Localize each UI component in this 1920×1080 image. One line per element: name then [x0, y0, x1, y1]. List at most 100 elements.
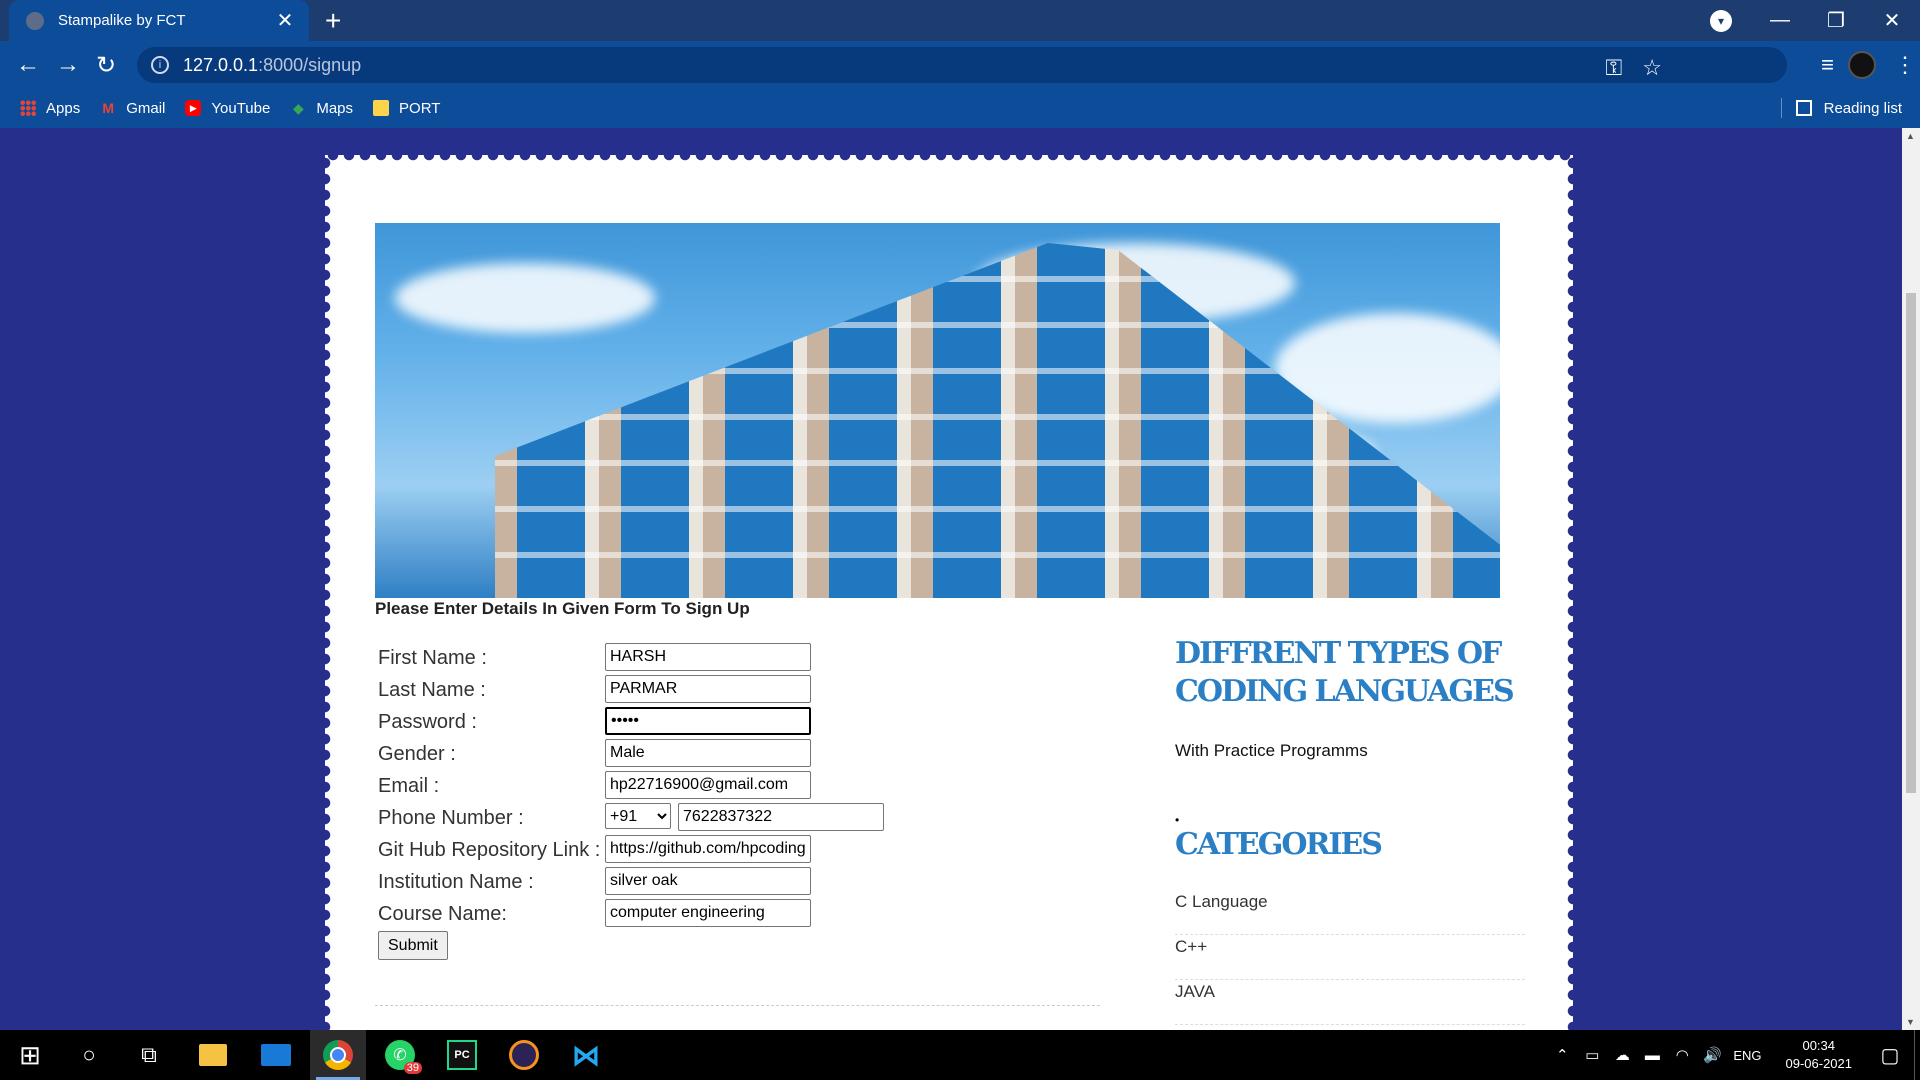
browser-toolbar: ← → ↻ i 127.0.0.1:8000/signup ⚿ ☆ ≡ ⋮ — [0, 41, 1920, 88]
task-view-icon: ⧉ — [141, 1042, 157, 1067]
course-label: Course Name: — [378, 903, 507, 925]
last-name-input[interactable] — [605, 675, 811, 703]
chrome-icon — [323, 1040, 353, 1070]
chevron-up-icon[interactable]: ⌃ — [1547, 1046, 1577, 1064]
url-path: :8000/signup — [258, 54, 362, 75]
sidebar-title-line2: CODING LANGUAGES — [1175, 674, 1515, 709]
whatsapp-button[interactable]: ✆ 39 — [372, 1030, 428, 1080]
bookmark-label: YouTube — [211, 99, 271, 117]
eclipse-icon — [509, 1040, 539, 1070]
bookmark-label: Maps — [316, 99, 354, 117]
close-tab-icon[interactable]: ✕ — [271, 8, 299, 33]
email-label: Email : — [378, 775, 440, 797]
meet-now-icon[interactable]: ▭ — [1577, 1046, 1607, 1064]
reading-list-button[interactable]: Reading list — [1795, 88, 1902, 128]
restore-icon[interactable]: ❐ — [1808, 8, 1864, 33]
battery-icon[interactable]: ▬ — [1637, 1047, 1667, 1064]
institution-input[interactable] — [605, 867, 811, 895]
bookmark-maps[interactable]: ◆ Maps — [290, 100, 353, 117]
start-button[interactable]: ⊞ — [2, 1030, 58, 1080]
category-item[interactable]: C Language — [1175, 890, 1525, 935]
password-label: Password : — [378, 711, 477, 733]
bookmark-port[interactable]: PORT — [373, 100, 440, 117]
bookmark-label: Gmail — [126, 99, 166, 117]
apps-grid-icon — [20, 100, 36, 116]
institution-label: Institution Name : — [378, 871, 534, 893]
mail-icon — [261, 1044, 291, 1066]
minimize-icon[interactable]: — — [1752, 9, 1808, 32]
url-host: 127.0.0.1 — [183, 54, 259, 75]
bookmark-gmail[interactable]: M Gmail — [100, 100, 165, 117]
first-name-input[interactable] — [605, 643, 811, 671]
key-icon[interactable]: ⚿ — [1606, 55, 1623, 81]
password-input[interactable] — [605, 707, 811, 735]
reload-icon[interactable]: ↻ — [96, 51, 116, 80]
page-scrollbar[interactable]: ▲ ▼ — [1902, 128, 1920, 1030]
github-input[interactable] — [605, 835, 811, 863]
hero-building-image — [375, 223, 1500, 598]
media-control-icon[interactable]: ≡ — [1821, 52, 1834, 78]
address-bar[interactable]: i 127.0.0.1:8000/signup ⚿ ☆ — [137, 47, 1787, 83]
gender-label: Gender : — [378, 743, 456, 765]
kebab-menu-icon[interactable]: ⋮ — [1890, 52, 1920, 78]
notifications-icon[interactable]: ▢ — [1866, 1043, 1914, 1068]
pycharm-icon: PC — [447, 1040, 477, 1070]
phone-input[interactable] — [678, 803, 884, 831]
bookmark-apps[interactable]: Apps — [20, 100, 80, 117]
clock-time: 00:34 — [1802, 1038, 1836, 1053]
windows-taskbar: ⊞ ○ ⧉ ✆ 39 PC ⋈ ⌃ ▭ ☁ ▬ ◠ 🔊 ENG 00:34 09… — [0, 1030, 1920, 1080]
submit-button[interactable]: Submit — [378, 931, 448, 960]
category-item[interactable]: JAVA — [1175, 980, 1525, 1025]
course-input[interactable] — [605, 899, 811, 927]
wifi-icon[interactable]: ◠ — [1667, 1046, 1697, 1064]
gender-input[interactable] — [605, 739, 811, 767]
eclipse-button[interactable] — [496, 1030, 552, 1080]
bookmark-label: PORT — [399, 99, 441, 117]
tab-search-icon[interactable]: ▾ — [1710, 10, 1732, 32]
tab-title: Stampalike by FCT — [58, 12, 186, 29]
chrome-button[interactable] — [310, 1030, 366, 1080]
clock[interactable]: 00:34 09-06-2021 — [1786, 1037, 1853, 1073]
reading-list-icon — [1795, 100, 1812, 116]
system-tray: ⌃ ▭ ☁ ▬ ◠ 🔊 ENG 00:34 09-06-2021 ▢ — [1547, 1030, 1920, 1080]
task-view-button[interactable]: ⧉ — [121, 1030, 177, 1080]
active-tab[interactable]: Stampalike by FCT ✕ — [9, 0, 309, 41]
profile-avatar[interactable] — [1848, 51, 1876, 79]
window-controls: — ❐ ✕ — [1752, 0, 1920, 41]
country-code-select[interactable]: +91 — [605, 803, 671, 829]
site-info-icon[interactable]: i — [151, 56, 169, 74]
vscode-button[interactable]: ⋈ — [558, 1030, 614, 1080]
new-tab-icon[interactable]: + — [325, 5, 341, 37]
show-desktop-button[interactable] — [1914, 1030, 1920, 1080]
form-divider — [375, 1005, 1100, 1006]
whatsapp-badge: 39 — [403, 1062, 422, 1074]
stamp-card: Please Enter Details In Given Form To Si… — [319, 149, 1579, 1055]
vscode-icon: ⋈ — [572, 1039, 600, 1071]
bookmark-youtube[interactable]: ▶ YouTube — [185, 100, 270, 117]
windows-logo-icon: ⊞ — [19, 1039, 41, 1070]
bullet-point: • — [1175, 813, 1180, 827]
globe-icon — [26, 11, 44, 30]
bookmark-star-icon[interactable]: ☆ — [1642, 55, 1662, 81]
back-icon[interactable]: ← — [16, 51, 40, 79]
youtube-icon: ▶ — [185, 100, 202, 116]
email-input[interactable] — [605, 771, 811, 799]
github-label: Git Hub Repository Link : — [378, 839, 601, 861]
pycharm-button[interactable]: PC — [434, 1030, 490, 1080]
mail-button[interactable] — [248, 1030, 304, 1080]
sidebar-title-line1: DIFFRENT TYPES OF — [1175, 636, 1502, 671]
sidebar: DIFFRENT TYPES OF CODING LANGUAGES With … — [1175, 635, 1525, 1025]
volume-icon[interactable]: 🔊 — [1697, 1046, 1727, 1064]
onedrive-icon[interactable]: ☁ — [1607, 1046, 1637, 1064]
reading-list-label: Reading list — [1823, 99, 1902, 117]
scroll-up-icon[interactable]: ▲ — [1906, 131, 1915, 141]
scroll-down-icon[interactable]: ▼ — [1906, 1017, 1915, 1027]
category-item[interactable]: C++ — [1175, 935, 1525, 980]
forward-icon[interactable]: → — [56, 51, 80, 79]
input-language[interactable]: ENG — [1733, 1048, 1761, 1063]
file-explorer-button[interactable] — [185, 1030, 241, 1080]
search-button[interactable]: ○ — [61, 1030, 117, 1080]
close-window-icon[interactable]: ✕ — [1864, 8, 1920, 33]
folder-icon — [373, 100, 390, 116]
scrollbar-thumb[interactable] — [1906, 293, 1916, 793]
